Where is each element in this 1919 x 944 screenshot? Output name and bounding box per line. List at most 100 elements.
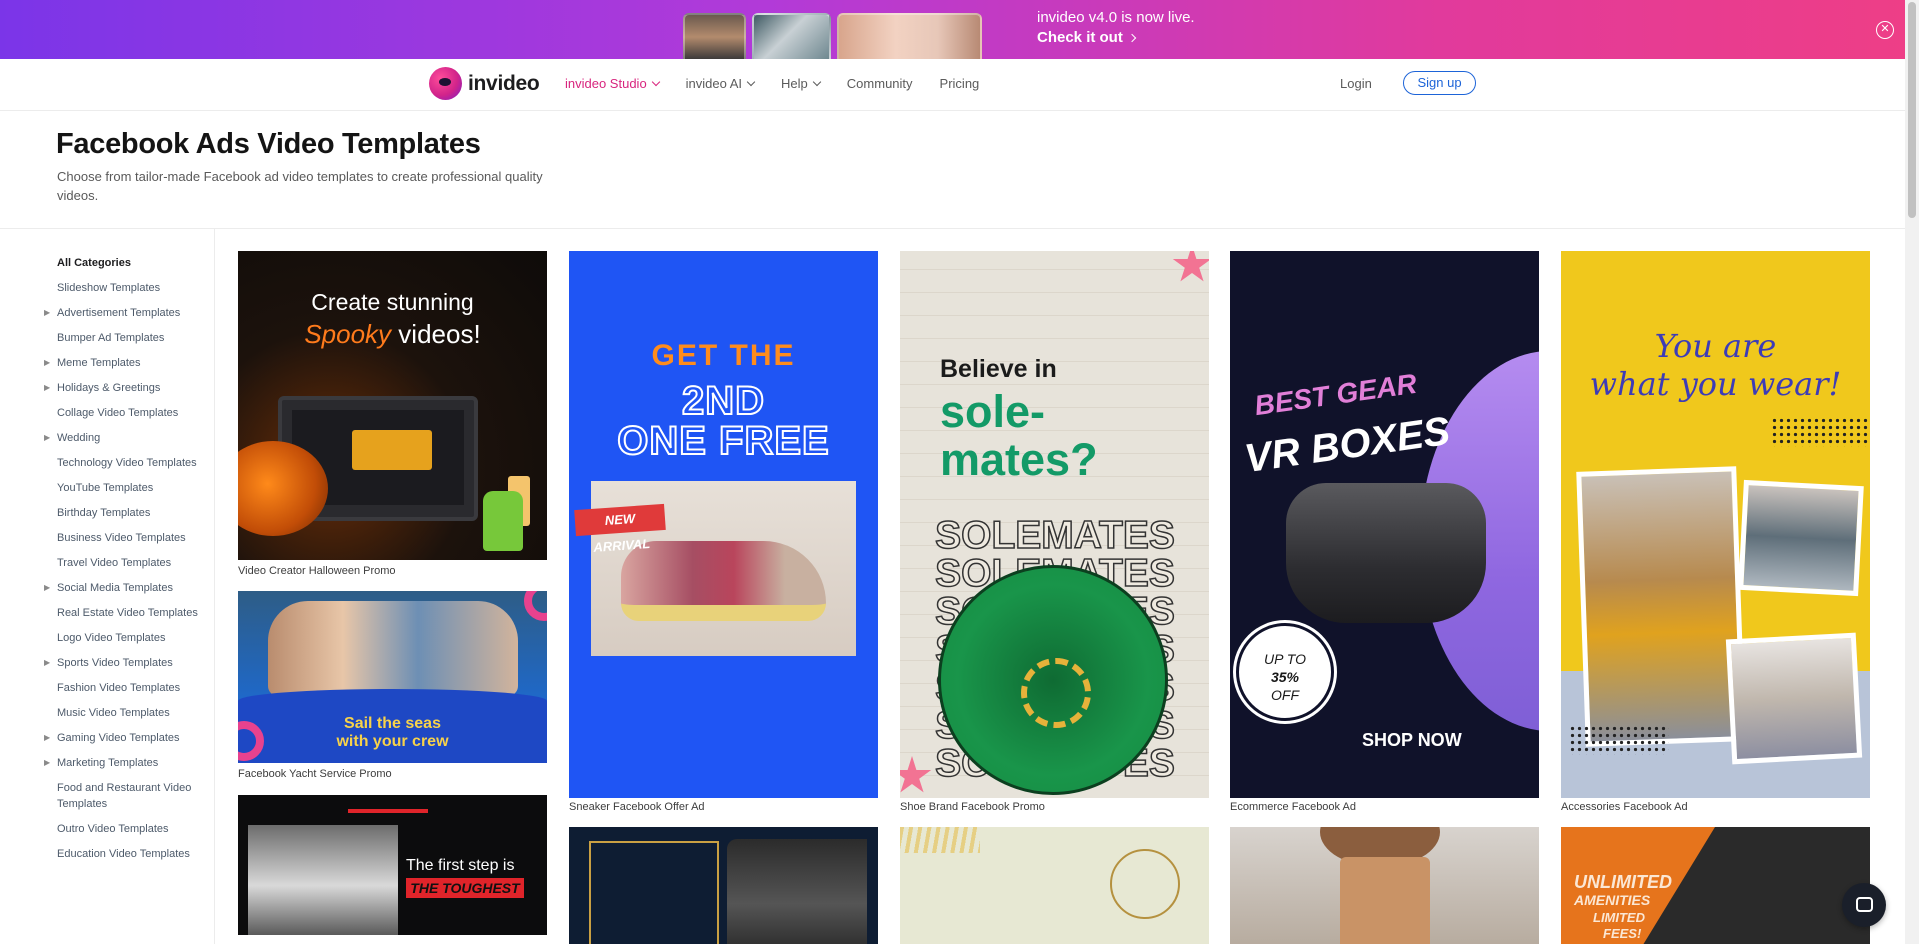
chain-graphic	[1021, 658, 1091, 728]
sidebar-category-item[interactable]: Collage Video Templates	[42, 405, 202, 421]
sidebar-category-item[interactable]: ▶ Social Media Templates	[42, 580, 202, 596]
sidebar-category-label: Birthday Templates	[57, 507, 150, 519]
page-scrollbar[interactable]	[1905, 0, 1919, 944]
nav-item-invideo-studio[interactable]: invideo Studio	[565, 76, 659, 91]
template-thumbnail[interactable]: BEST GEAR VR BOXES UP TO 35% OFF SHOP NO…	[1230, 251, 1539, 798]
template-card-jewelry[interactable]	[569, 827, 878, 944]
sidebar-category-item[interactable]: Technology Video Templates	[42, 455, 202, 471]
expand-caret-icon[interactable]: ▶	[44, 430, 50, 446]
announcement-banner[interactable]: invideo v4.0 is now live. Check it out ✕	[0, 0, 1919, 59]
sidebar-category-item[interactable]: ▶Marketing Templates	[42, 755, 202, 771]
sidebar-category-item[interactable]: Logo Video Templates	[42, 630, 202, 646]
nav-item-pricing[interactable]: Pricing	[940, 76, 980, 91]
template-card-fitness[interactable]: UNLIMITED AMENITIES LIMITED FEES!	[1561, 827, 1870, 944]
template-title[interactable]: Video Creator Halloween Promo	[238, 565, 396, 577]
logo-text: invideo	[468, 72, 539, 96]
sidebar-category-item[interactable]: Food and Restaurant Video Templates	[42, 780, 202, 812]
sidebar-category-item[interactable]: Bumper Ad Templates	[42, 330, 202, 346]
vr-headset-graphic	[1286, 483, 1486, 623]
signup-button[interactable]: Sign up	[1403, 71, 1476, 95]
top-navigation: invideo invideo Studio invideo AI Help C…	[0, 59, 1905, 111]
sidebar-category-label: YouTube Templates	[57, 482, 153, 494]
sidebar-category-label: Advertisement Templates	[57, 307, 180, 319]
ring-shape	[524, 591, 547, 621]
invideo-logo[interactable]: invideo	[429, 67, 539, 100]
expand-caret-icon[interactable]: ▶	[44, 755, 50, 771]
stripe-pattern	[900, 827, 980, 853]
login-link[interactable]: Login	[1340, 76, 1372, 91]
thumbnail-headline: Believe in	[940, 355, 1057, 384]
banner-check-it-out-link[interactable]: Check it out	[1037, 27, 1195, 49]
template-thumbnail[interactable]: Believe in sole- mates? SOLEMATES SOLEMA…	[900, 251, 1209, 798]
expand-caret-icon[interactable]: ▶	[44, 305, 50, 321]
template-card-shopping[interactable]	[1230, 827, 1539, 944]
sidebar-category-item[interactable]: Fashion Video Templates	[42, 680, 202, 696]
template-title[interactable]: Ecommerce Facebook Ad	[1230, 801, 1356, 813]
expand-caret-icon[interactable]: ▶	[44, 580, 50, 596]
template-thumbnail[interactable]: You are what you wear!	[1561, 251, 1870, 798]
sidebar-category-item[interactable]: ▶Holidays & Greetings	[42, 380, 202, 396]
sidebar-category-item[interactable]: ▶Wedding	[42, 430, 202, 446]
sidebar-category-item[interactable]: Outro Video Templates	[42, 821, 202, 837]
sidebar-category-label: Real Estate Video Templates	[57, 607, 198, 619]
sidebar-category-label: Food and Restaurant Video Templates	[57, 782, 191, 810]
chat-launcher-button[interactable]	[1842, 883, 1886, 927]
template-title[interactable]: Facebook Yacht Service Promo	[238, 768, 392, 780]
sidebar-category-item[interactable]: ▶ Sports Video Templates	[42, 655, 202, 671]
sidebar-category-label: Travel Video Templates	[57, 557, 171, 569]
thumbnail-headline: Sail the seaswith your crew	[238, 715, 547, 751]
nav-item-invideo-ai[interactable]: invideo AI	[686, 76, 754, 91]
template-title[interactable]: Sneaker Facebook Offer Ad	[569, 801, 705, 813]
template-thumbnail[interactable]: GET THE 2ND ONE FREE NEW ARRIVAL	[569, 251, 878, 798]
sidebar-category-item[interactable]: YouTube Templates	[42, 480, 202, 496]
sidebar-category-item[interactable]: Business Video Templates	[42, 530, 202, 546]
sneaker-circle-graphic	[938, 565, 1168, 795]
chevron-down-icon	[813, 77, 821, 85]
thumbnail-headline: You are	[1561, 327, 1870, 365]
category-sidebar: All Categories Slideshow Templates ▶ Advert…	[0, 229, 215, 944]
sidebar-category-label: Social Media Templates	[57, 582, 173, 594]
star-shape	[900, 756, 932, 796]
sidebar-category-label: Gaming Video Templates	[57, 732, 180, 744]
nav-item-label: Community	[847, 76, 913, 91]
shop-now-text: SHOP NOW	[1362, 730, 1462, 751]
close-icon[interactable]: ✕	[1876, 21, 1894, 39]
sidebar-category-item[interactable]: ▶ Advertisement Templates	[42, 305, 202, 321]
sidebar-category-item[interactable]: Real Estate Video Templates	[42, 605, 202, 621]
nav-item-label: invideo Studio	[565, 76, 647, 91]
discount-badge: UP TO 35% OFF	[1236, 623, 1334, 721]
banner-link-label: Check it out	[1037, 27, 1123, 49]
dot-pattern	[1771, 417, 1870, 447]
sidebar-category-item[interactable]: Education Video Templates	[42, 846, 202, 862]
nav-item-community[interactable]: Community	[847, 76, 913, 91]
thumbnail-headline: 2ND	[569, 379, 878, 424]
banner-text: invideo v4.0 is now live. Check it out	[1037, 9, 1195, 49]
sidebar-category-item[interactable]: Travel Video Templates	[42, 555, 202, 571]
template-title[interactable]: Shoe Brand Facebook Promo	[900, 801, 1045, 813]
sidebar-category-item[interactable]: All Categories	[42, 255, 202, 271]
sidebar-category-label: Bumper Ad Templates	[57, 332, 164, 344]
expand-caret-icon[interactable]: ▶	[44, 655, 50, 671]
template-title[interactable]: Accessories Facebook Ad	[1561, 801, 1688, 813]
template-card-lemon[interactable]	[900, 827, 1209, 944]
thumbnail-headline: what you wear!	[1561, 365, 1870, 403]
sidebar-category-item[interactable]: Slideshow Templates	[42, 280, 202, 296]
sidebar-category-label: Business Video Templates	[57, 532, 186, 544]
template-thumbnail[interactable]: The first step is THE TOUGHEST	[238, 795, 547, 935]
template-thumbnail[interactable]: Sail the seaswith your crew	[238, 591, 547, 763]
thumbnail-headline: Create stunning	[238, 289, 547, 316]
sidebar-category-item[interactable]: Music Video Templates	[42, 705, 202, 721]
thumbnail-headline: BEST GEAR	[1253, 368, 1419, 422]
sidebar-category-label: Sports Video Templates	[57, 657, 173, 669]
sidebar-category-label: Collage Video Templates	[57, 407, 178, 419]
expand-caret-icon[interactable]: ▶	[44, 380, 50, 396]
page-title: Facebook Ads Video Templates	[56, 128, 481, 161]
expand-caret-icon[interactable]: ▶	[44, 730, 50, 746]
sidebar-category-item[interactable]: ▶ Gaming Video Templates	[42, 730, 202, 746]
expand-caret-icon[interactable]: ▶	[44, 355, 50, 371]
sidebar-category-item[interactable]: ▶Meme Templates	[42, 355, 202, 371]
template-thumbnail[interactable]: Create stunning Spooky videos!	[238, 251, 547, 560]
nav-item-help[interactable]: Help	[781, 76, 820, 91]
scrollbar-thumb[interactable]	[1908, 2, 1916, 218]
sidebar-category-item[interactable]: Birthday Templates	[42, 505, 202, 521]
